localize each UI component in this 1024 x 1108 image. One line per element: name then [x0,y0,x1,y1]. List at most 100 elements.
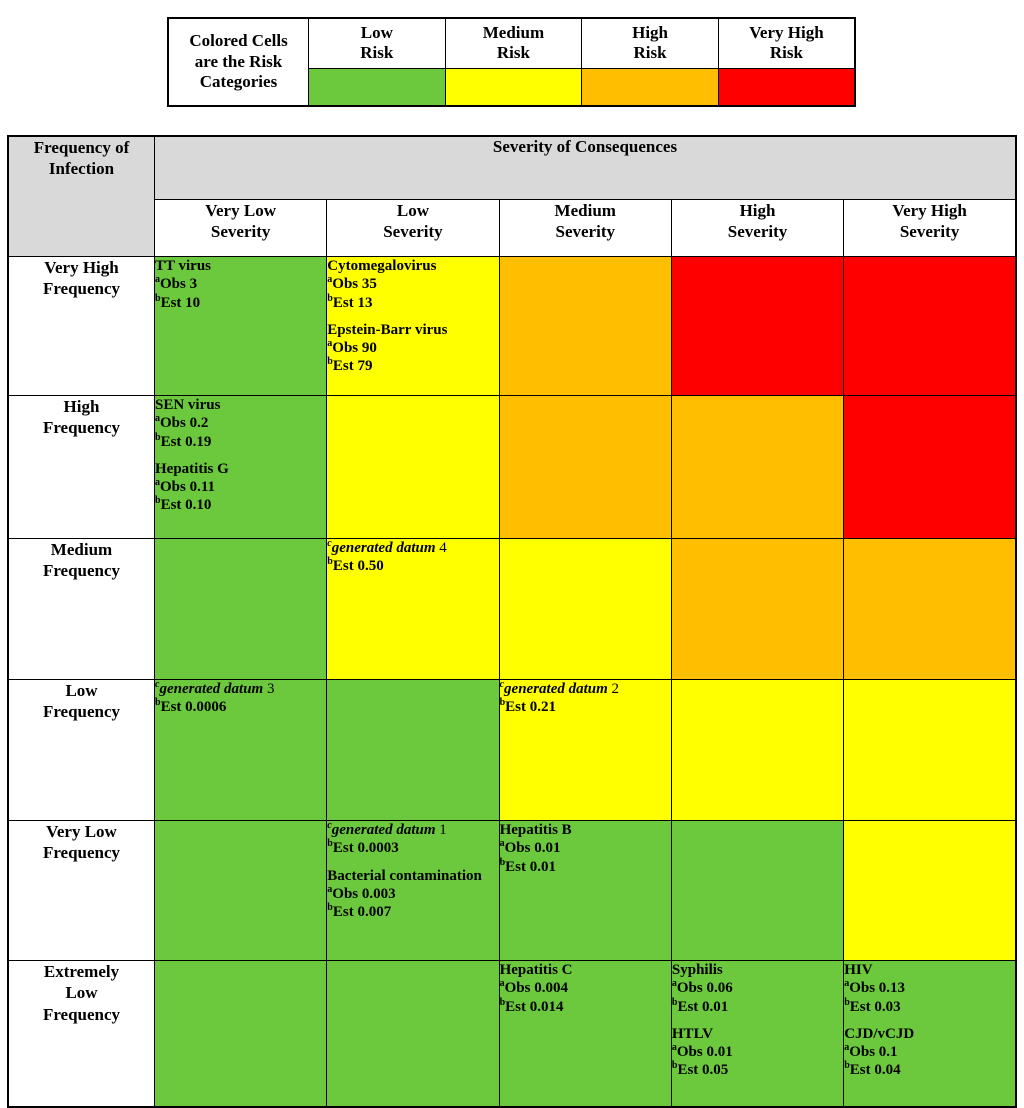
matrix-cell [670,538,845,680]
legend-label-row: Colored Cells are the Risk Categories Lo… [167,17,856,107]
row-header-line: Low [65,983,98,1003]
row-header-very-high-frequency: Very High Frequency [7,256,155,396]
matrix-row: Medium Frequency cgenerated datum 4 bEst 0.… [7,538,1017,680]
row-header-line: Frequency [42,418,121,438]
matrix-cell: Cytomegalovirus aObs 35 bEst 13 Epstein-Bar… [326,256,500,396]
entry-name: cgenerated datum 4 [327,539,498,557]
entry-estimated-text: Est 0.0003 [332,840,399,857]
matrix-body: Very High Frequency TT virus aObs 3 bEst 10 C… [7,256,1017,1108]
matrix-cell [326,395,500,539]
legend-label-very-high-risk-line-2: Risk [769,43,803,63]
entry-name: HTLV [671,1025,714,1042]
matrix-row: Low Frequency cgenerated datum 3 bEst 0.000… [7,679,1017,821]
entry-observed-text: Obs 0.01 [504,840,561,857]
column-header-low-severity-line-2: Severity [383,222,443,242]
matrix-cell: cgenerated datum 4 bEst 0.50 [326,538,500,680]
entry-observed: aObs 0.1 [844,1043,1015,1061]
entry-observed: aObs 0.13 [844,979,1015,997]
column-header-very-high-severity-line-1: Very High [892,201,967,220]
entry-estimated-text: Est 0.01 [505,858,556,875]
risk-legend-table: Colored Cells are the Risk Categories Lo… [167,17,856,107]
entry-estimated-text: Est 0.04 [849,1062,901,1079]
entry-observed: aObs 0.06 [672,979,843,997]
column-header-medium-severity-line-1: Medium [554,201,616,220]
legend-caption: Colored Cells are the Risk Categories [167,17,309,107]
matrix-cell: cgenerated datum 2 bEst 0.21 [498,679,672,821]
legend-label-medium-risk: Medium Risk [444,17,583,69]
legend-label-low-risk-line-2: Risk [360,43,394,63]
matrix-cell [843,538,1017,680]
row-header-medium-frequency: Medium Frequency [7,538,155,680]
entry-estimated: bEst 10 [155,293,326,312]
matrix-cell [843,820,1017,961]
column-header-medium-severity-line-2: Severity [555,222,615,242]
legend-label-high-risk-line-2: Risk [633,43,667,63]
frequency-axis-title: Frequency of Infection [7,135,155,257]
matrix-row: Extremely Low Frequency Hepatitis CaObs 0.0… [7,960,1017,1108]
matrix-cell [326,679,500,821]
matrix-cell [670,820,845,961]
entry-name-text: generated datum [504,681,608,697]
column-header-very-low-severity-line-2: Severity [210,222,271,242]
legend-swatch-medium-risk [444,67,583,107]
matrix-cell [670,395,845,539]
legend-label-very-high-risk: Very High Risk [717,17,856,69]
entry-observed: aObs 0.003 [327,884,498,903]
entry-estimated-text: Est 0.21 [505,699,556,716]
matrix-cell [670,256,845,396]
entry-estimated-text: Est 0.014 [505,998,564,1015]
entry-observed-text: Obs 0.01 [676,1044,733,1061]
matrix-header-row-top: Frequency of Infection Severity of Conse… [7,135,1017,257]
entry-observed: aObs 0.004 [500,979,671,997]
entry-estimated: bEst 0.10 [155,496,326,514]
matrix-row: Very High Frequency TT virus aObs 3 bEst 10 C… [7,256,1017,396]
matrix-cell [843,395,1017,539]
row-header-very-low-frequency: Very Low Frequency [7,820,155,961]
entry-estimated: bEst 0.01 [500,857,671,876]
matrix-cell-entry: cgenerated datum 1 bEst 0.0003 [327,821,498,858]
entry-name-text: generated datum [331,540,436,556]
entry-observed-text: Obs 0.003 [332,885,396,902]
legend-label-low-risk: Low Risk [308,17,446,69]
matrix-cell [326,960,500,1108]
matrix-cell: SEN virus aObs 0.2 bEst 0.19 Hepatitis GaOb… [153,395,328,539]
entry-estimated-text: Est 79 [332,358,373,375]
entry-observed-text: Obs 0.13 [849,980,906,997]
entry-name-number: 4 [435,540,447,556]
entry-estimated-text: Est 10 [160,294,201,311]
matrix-cell-entry: SEN virus aObs 0.2 bEst 0.19 [155,396,326,451]
legend-caption-line-2: are the Risk [194,51,283,71]
column-header-low-severity-line-1: Low [396,201,429,220]
entry-observed-text: Obs 0.2 [160,415,209,432]
legend-label-high-risk-line-1: High [632,22,669,42]
matrix-cell-entry: Hepatitis BaObs 0.01 bEst 0.01 [500,821,671,876]
column-header-low-severity: Low Severity [326,199,500,257]
entry-name-text: generated datum [331,822,436,838]
legend-label-medium-risk-line-2: Risk [496,43,530,63]
matrix-cell [843,679,1017,821]
entry-name: Syphilis [671,962,723,978]
column-header-high-severity-line-1: High [739,201,776,220]
entry-estimated: bEst 0.50 [327,557,498,575]
row-header-line: Frequency [42,1004,121,1024]
matrix-row: High Frequency SEN virus aObs 0.2 bEst 0.19 H… [7,395,1017,539]
entry-name-number: 2 [607,681,620,697]
entry-estimated-text: Est 0.10 [160,497,212,514]
entry-name: cgenerated datum 1 [327,821,498,839]
entry-name: SEN virus [155,397,221,413]
entry-estimated: bEst 0.007 [327,903,498,921]
legend-caption-line-3: Categories [199,72,278,92]
entry-estimated-text: Est 13 [332,294,373,311]
row-header-line: Very Low [46,822,117,841]
entry-name: Bacterial contamination [327,867,482,884]
severity-axis-title: Severity of Consequences [154,135,1017,200]
matrix-cell [153,538,328,680]
row-header-line: Frequency [42,561,121,581]
entry-observed: aObs 3 [155,275,326,293]
row-header-line: Very High [44,258,119,277]
row-header-line: Extremely [43,962,120,981]
matrix-cell: cgenerated datum 1 bEst 0.0003 Bacterial c… [326,820,500,961]
entry-observed: aObs 0.01 [672,1043,843,1061]
frequency-axis-title-line-1: Frequency of [33,138,130,157]
entry-name: Hepatitis B [499,822,572,838]
